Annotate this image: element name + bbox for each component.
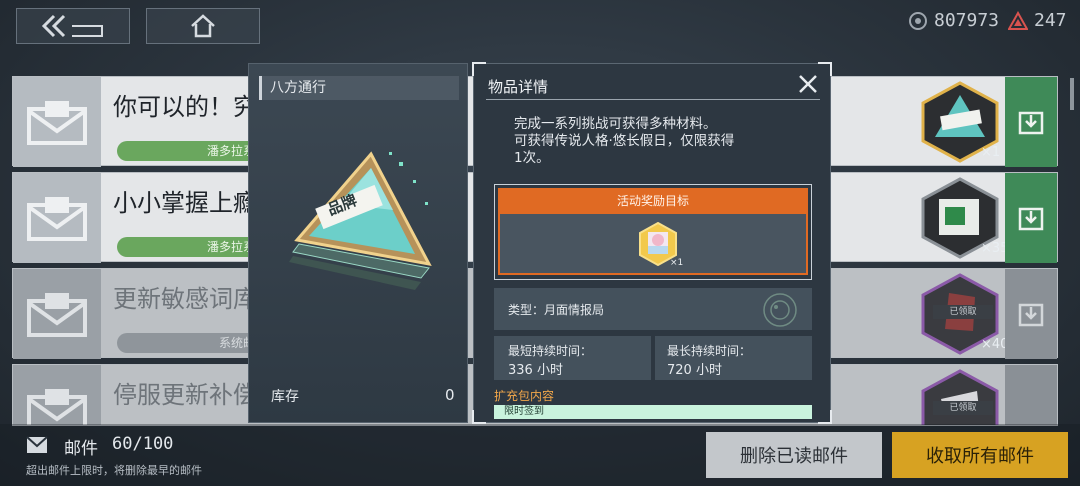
min-duration-cell: 最短持续时间： 336 小时 — [494, 336, 651, 380]
title-divider — [486, 99, 820, 100]
claim-mail-button[interactable] — [1005, 173, 1057, 263]
download-icon — [1018, 111, 1044, 135]
dialog-title: 物品详情 — [488, 78, 549, 96]
download-icon — [1018, 207, 1044, 231]
reward-goal-body: ×1 — [498, 214, 808, 275]
expansion-label: 扩充包内容 — [494, 389, 555, 403]
envelope-icon — [13, 365, 101, 425]
claim-mail-button[interactable] — [1005, 77, 1057, 167]
claim-all-button[interactable]: 收取所有邮件 — [892, 432, 1068, 478]
orb-icon — [909, 11, 927, 30]
claim-mail-button[interactable] — [1005, 365, 1057, 425]
material-pack-icon — [921, 369, 999, 425]
stock-value: 0 — [445, 386, 455, 404]
envelope-icon — [13, 77, 101, 167]
stock-label: 库存 — [271, 389, 299, 405]
claim-mail-button[interactable] — [1005, 269, 1057, 359]
reward-qty: ×1 — [981, 145, 1001, 160]
envelope-icon — [13, 173, 101, 263]
moon-bureau-icon — [763, 293, 797, 327]
max-duration-label: 最长持续时间： — [667, 344, 752, 358]
currency-red-value: 247 — [1034, 10, 1067, 31]
claimed-badge: 已领取 — [933, 305, 993, 319]
item-detail-dialog: 物品详情 完成一系列挑战可获得多种材料。 可获得传说人格·悠长假日，仅限获得 1… — [472, 62, 832, 424]
reward-goal-header: 活动奖励目标 — [498, 188, 808, 214]
reward-goal-box: 活动奖励目标 ×1 — [494, 184, 812, 280]
mail-title: 停服更新补偿 — [113, 381, 257, 409]
home-icon — [191, 14, 215, 38]
min-duration-label: 最短持续时间： — [508, 344, 593, 358]
frame-corner — [818, 410, 832, 424]
currency-orb-value: 807973 — [934, 10, 1000, 31]
frame-corner — [818, 62, 832, 76]
item-preview-panel: 八方通行 品牌 库存 0 — [248, 63, 468, 423]
back-button[interactable] — [16, 8, 130, 44]
sign-in-entry[interactable]: 限时签到 — [494, 405, 812, 419]
frame-corner — [472, 410, 486, 424]
description-line: 可获得传说人格·悠长假日，仅限获得 — [514, 133, 735, 149]
mail-count: 60/100 — [112, 434, 174, 454]
max-duration-value: 720 小时 — [667, 363, 722, 378]
envelope-icon — [13, 269, 101, 359]
type-row: 类型：月面情报局 — [494, 288, 812, 330]
frame-corner — [472, 62, 486, 76]
max-duration-cell: 最长持续时间： 720 小时 — [655, 336, 812, 380]
scrollbar-thumb[interactable] — [1070, 78, 1074, 110]
item-name: 八方通行 — [259, 76, 459, 100]
type-label: 类型：月面情报局 — [508, 303, 605, 317]
description-line: 完成一系列挑战可获得多种材料。 — [514, 116, 717, 132]
brand-pass-icon — [289, 151, 432, 290]
delete-read-button[interactable]: 删除已读邮件 — [706, 432, 882, 478]
close-icon[interactable] — [796, 72, 820, 96]
description-line: 1次。 — [514, 150, 550, 166]
double-chevron-left-icon — [41, 14, 103, 38]
red-triangle-icon — [1008, 10, 1028, 30]
mail-icon — [26, 436, 48, 453]
reward-qty: ×1 — [670, 258, 684, 268]
mail-limit-hint: 超出邮件上限时，将删除最早的邮件 — [26, 464, 202, 477]
min-duration-value: 336 小时 — [508, 363, 563, 378]
download-icon — [1018, 303, 1044, 327]
currency-orb: 807973 — [908, 10, 999, 31]
mail-title: 你可以的！究 — [113, 93, 257, 121]
claimed-badge: 已领取 — [933, 401, 993, 415]
mail-label: 邮件 — [64, 439, 98, 459]
item-description: 完成一系列挑战可获得多种材料。 可获得传说人格·悠长假日，仅限获得 1次。 — [514, 116, 814, 167]
home-button[interactable] — [146, 8, 260, 44]
item-art: 品牌 — [279, 144, 439, 294]
mail-title: 更新敏感词库 — [113, 285, 257, 313]
currency-red: 247 — [1008, 10, 1067, 31]
